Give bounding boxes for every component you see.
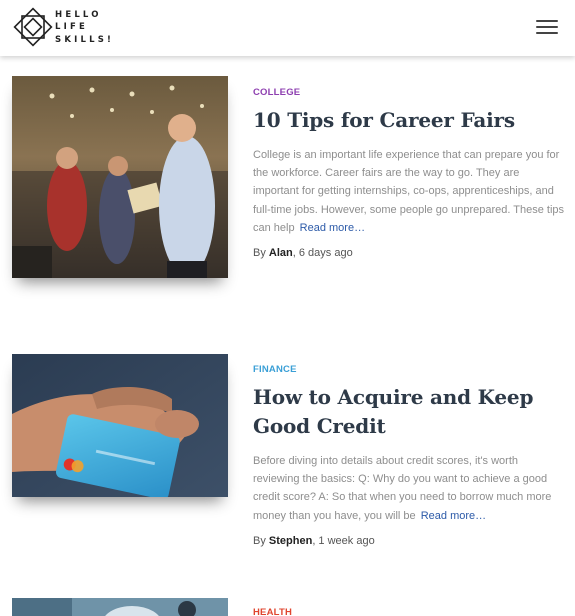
logo-line: LIFE <box>55 22 88 33</box>
excerpt-text: Before diving into details about credit … <box>253 455 552 522</box>
article-time: , 1 week ago <box>312 534 375 547</box>
logo-diamond-icon <box>13 7 53 47</box>
article-excerpt: Before diving into details about credit … <box>253 452 565 525</box>
article-category[interactable]: Health <box>253 607 565 616</box>
logo-line: HELLO <box>55 9 102 20</box>
byline-prefix: By <box>253 247 266 260</box>
article-title[interactable]: 10 Tips for Career Fairs <box>253 106 565 135</box>
health-photo <box>12 598 228 616</box>
article-time: , 6 days ago <box>292 247 353 260</box>
site-header: HELLO LIFE SKILLS! <box>0 0 575 56</box>
article-byline: By Alan, 6 days ago <box>253 247 565 259</box>
read-more-link[interactable]: Read more… <box>421 510 486 522</box>
credit-card-photo <box>12 354 228 497</box>
site-logo[interactable]: HELLO LIFE SKILLS! <box>12 6 114 48</box>
career-fair-photo <box>12 76 228 278</box>
author-link[interactable]: Stephen <box>269 535 312 547</box>
article-byline: By Stephen, 1 week ago <box>253 535 565 547</box>
logo-wordmark: HELLO LIFE SKILLS! <box>55 8 114 47</box>
article-category[interactable]: Finance <box>253 364 565 375</box>
article-category[interactable]: College <box>253 87 565 98</box>
article-thumbnail[interactable] <box>12 354 228 497</box>
read-more-link[interactable]: Read more… <box>300 222 365 234</box>
article-thumbnail[interactable] <box>12 598 228 616</box>
byline-prefix: By <box>253 534 266 547</box>
article-excerpt: College is an important life experience … <box>253 146 565 237</box>
hamburger-icon[interactable] <box>536 20 558 36</box>
author-link[interactable]: Alan <box>269 247 293 259</box>
logo-line: SKILLS! <box>55 34 115 45</box>
article-thumbnail[interactable] <box>12 76 228 278</box>
article-title[interactable]: How to Acquire and Keep Good Credit <box>253 383 565 441</box>
